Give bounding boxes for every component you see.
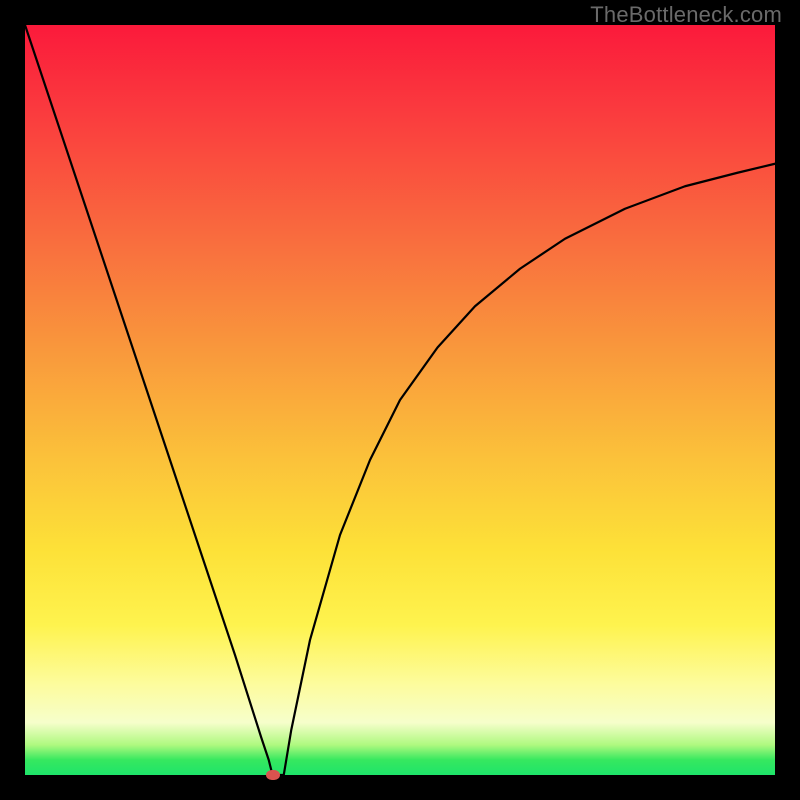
- bottleneck-curve: [25, 25, 775, 775]
- chart-container: TheBottleneck.com: [0, 0, 800, 800]
- plot-area: [25, 25, 775, 775]
